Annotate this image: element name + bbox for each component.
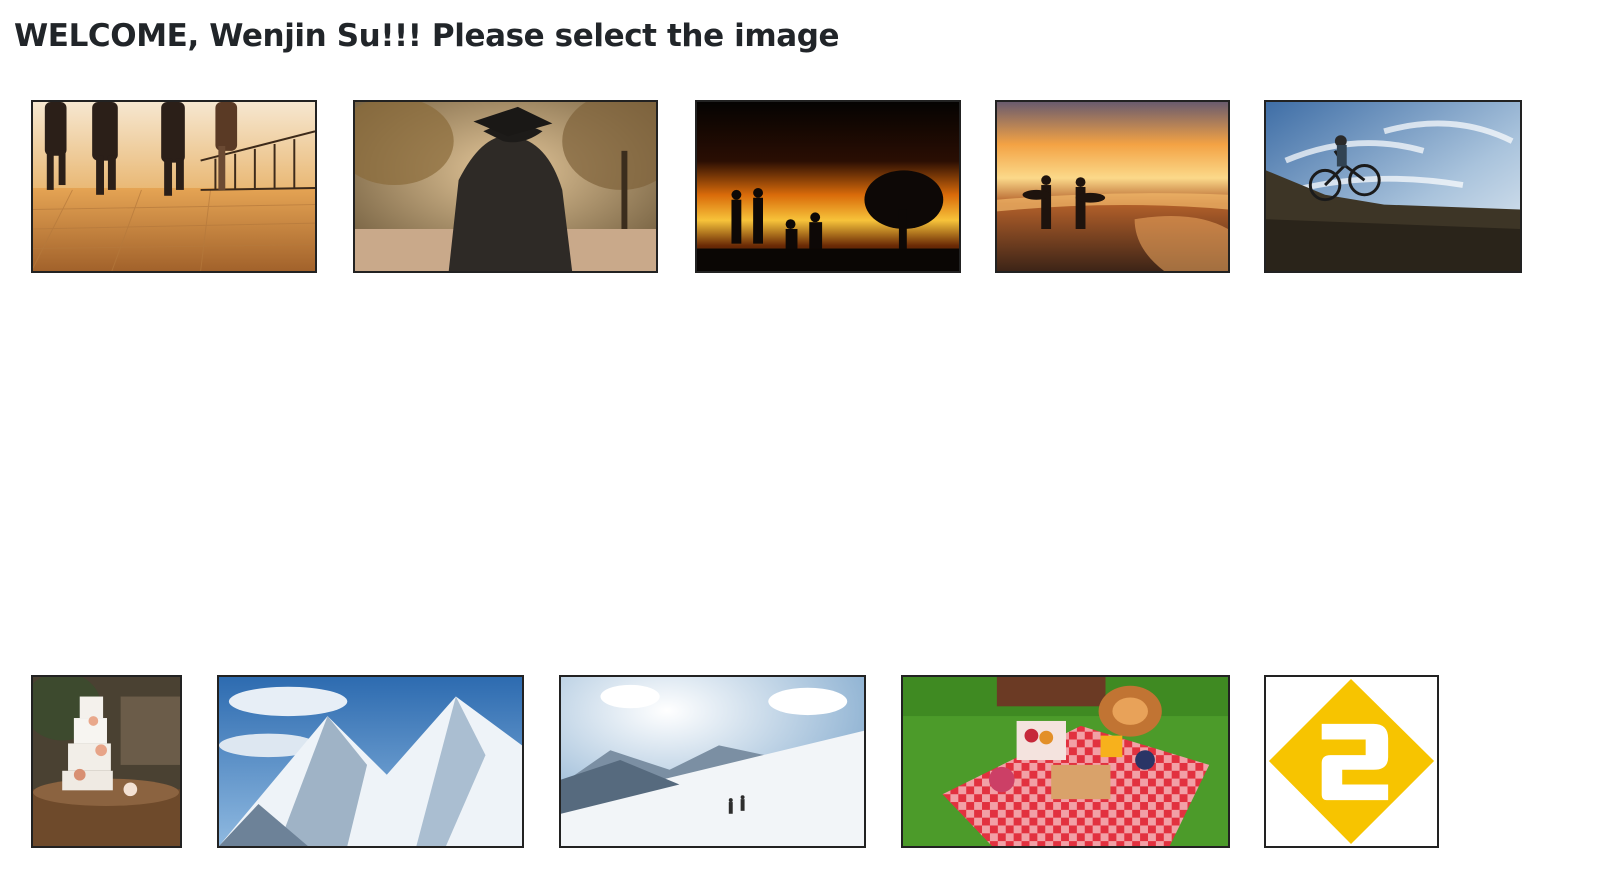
mountain-biker-image bbox=[1266, 102, 1520, 271]
number-2-logo-image bbox=[1266, 677, 1437, 846]
picnic-image bbox=[903, 677, 1228, 846]
surfers-image bbox=[997, 102, 1228, 271]
image-option-running[interactable] bbox=[31, 100, 317, 273]
snowy-peaks-image bbox=[219, 677, 522, 846]
image-option-logo-2[interactable] bbox=[1264, 675, 1439, 848]
graduation-image bbox=[355, 102, 656, 271]
image-option-sunset-silhouettes[interactable] bbox=[695, 100, 961, 273]
wedding-cake-image bbox=[33, 677, 180, 846]
skiers-image bbox=[561, 677, 864, 846]
image-option-mountain-biker[interactable] bbox=[1264, 100, 1522, 273]
image-option-picnic[interactable] bbox=[901, 675, 1230, 848]
image-option-surfers[interactable] bbox=[995, 100, 1230, 273]
image-option-snowy-peaks[interactable] bbox=[217, 675, 524, 848]
image-option-graduation[interactable] bbox=[353, 100, 658, 273]
sunset-silhouettes-image bbox=[697, 102, 959, 271]
running-image bbox=[33, 102, 315, 271]
image-option-wedding-cake[interactable] bbox=[31, 675, 182, 848]
image-option-skiers[interactable] bbox=[559, 675, 866, 848]
welcome-heading: WELCOME, Wenjin Su!!! Please select the … bbox=[14, 18, 840, 54]
